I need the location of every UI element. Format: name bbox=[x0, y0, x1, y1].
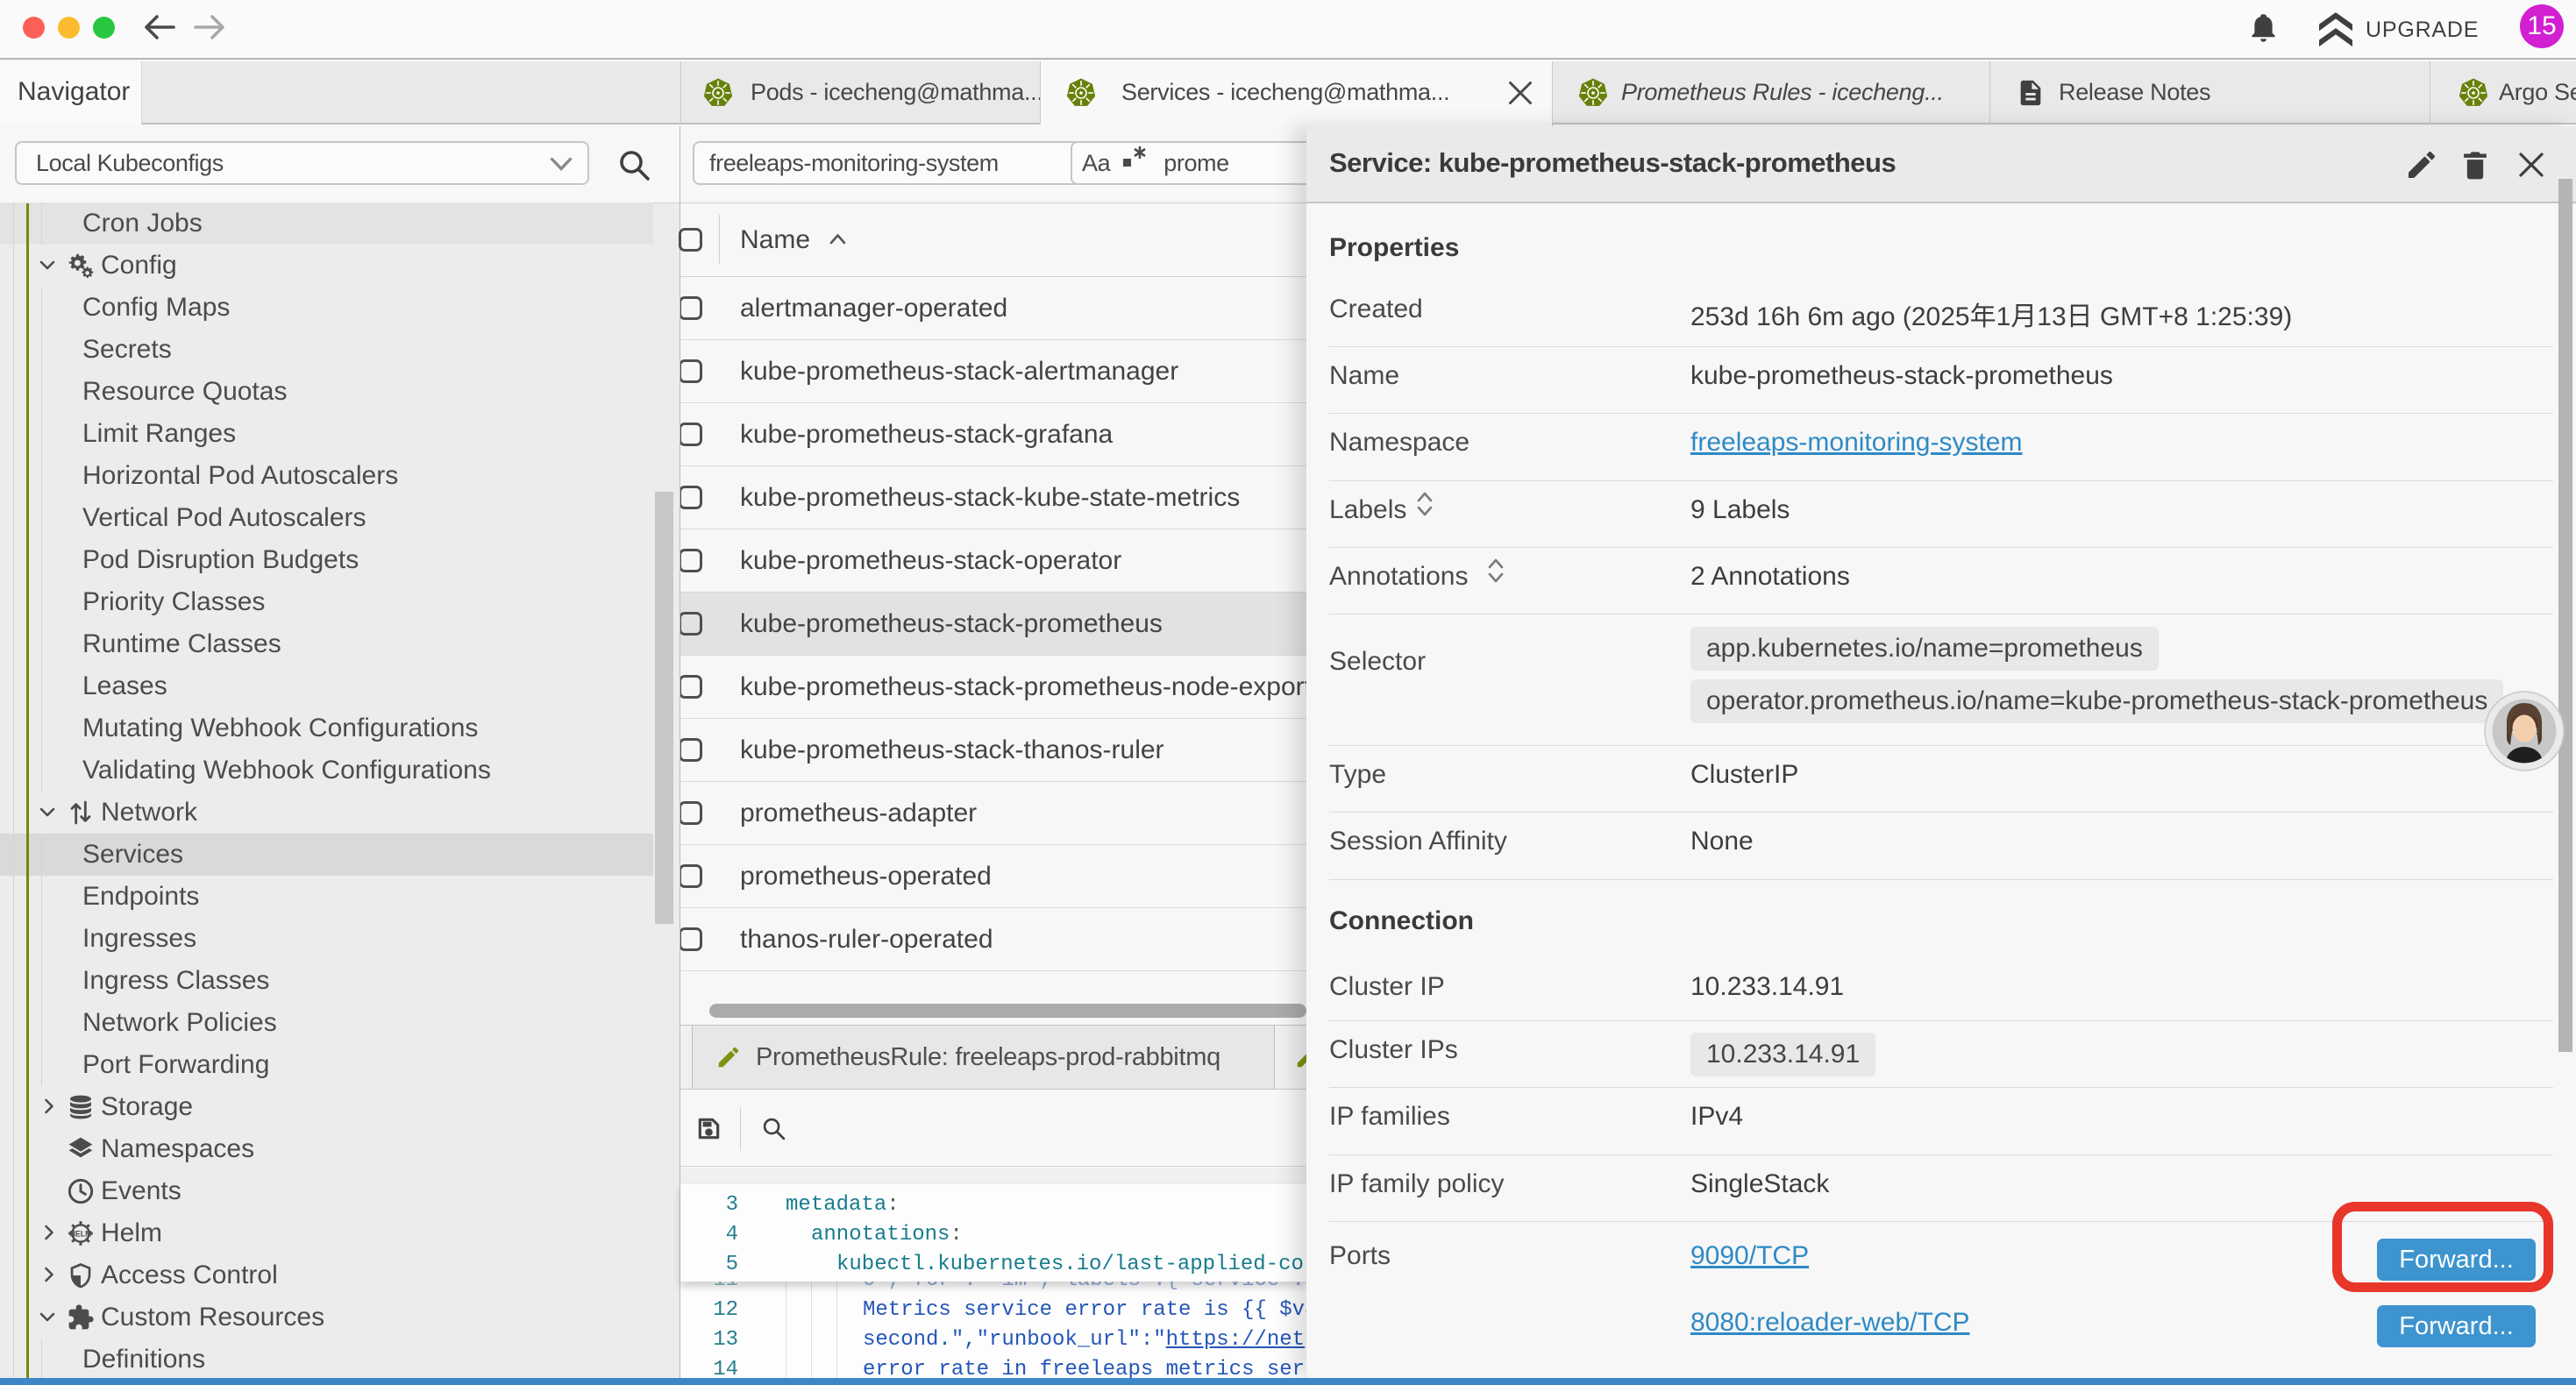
svg-text:HELM: HELM bbox=[70, 1229, 92, 1238]
